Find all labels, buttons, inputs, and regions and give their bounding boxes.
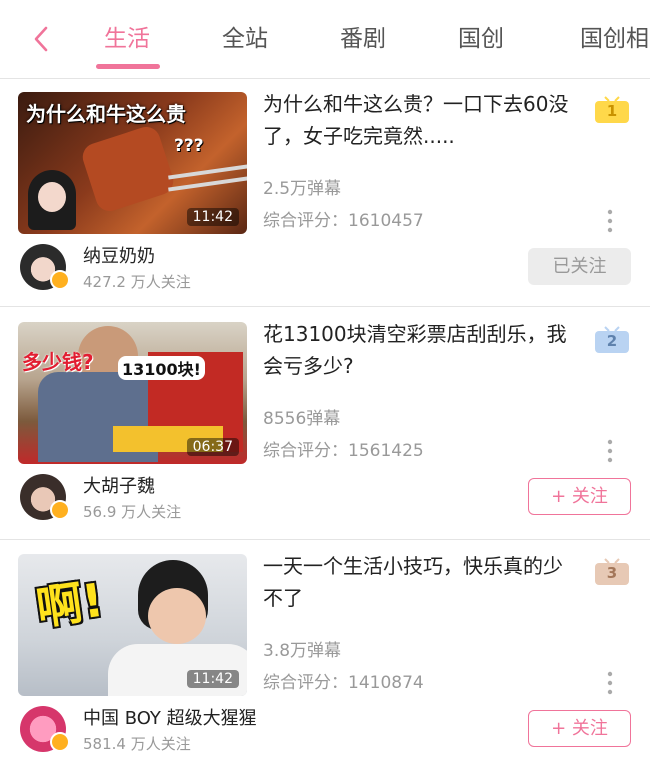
- thumbnail-caption: 为什么和牛这么贵: [26, 102, 186, 126]
- uploader-name[interactable]: 中国 BOY 超级大猩猩: [83, 704, 257, 730]
- verified-badge: [50, 270, 70, 290]
- more-options-icon[interactable]: [603, 208, 617, 234]
- danmu-count: 2.5万弹幕: [263, 179, 342, 199]
- video-title[interactable]: 一天一个生活小技巧，快乐真的少不了: [263, 550, 573, 614]
- follow-button[interactable]: + 关注: [528, 710, 631, 747]
- rank-badge: 3: [594, 558, 630, 586]
- follower-count: 581.4 万人关注: [83, 735, 191, 753]
- video-duration: 11:42: [186, 670, 239, 688]
- video-thumbnail[interactable]: 为什么和牛这么贵 ??? 11:42: [18, 92, 247, 234]
- rank-number: 1: [606, 102, 618, 120]
- video-title[interactable]: 为什么和牛这么贵？一口下去60没了，女子吃完竟然.....: [263, 88, 573, 152]
- divider: [0, 306, 650, 307]
- tab-life[interactable]: 生活: [104, 22, 150, 56]
- video-duration: 11:42: [186, 208, 239, 226]
- tab-guochuang[interactable]: 国创: [458, 22, 504, 56]
- follow-button[interactable]: + 关注: [528, 478, 631, 515]
- thumbnail-caption-secondary: ???: [174, 136, 204, 156]
- tab-bar: 生活 全站 番剧 国创 国创相: [0, 0, 650, 78]
- rank-number: 2: [606, 332, 618, 350]
- video-card[interactable]: 啊! 11:42 一天一个生活小技巧，快乐真的少不了 3 3.8万弹幕 综合评分…: [0, 540, 650, 772]
- follower-count: 56.9 万人关注: [83, 503, 182, 521]
- rank-number: 3: [606, 564, 618, 582]
- rank-badge: 1: [594, 96, 630, 124]
- video-duration: 06:37: [186, 438, 239, 456]
- uploader-name[interactable]: 大胡子魏: [83, 472, 155, 498]
- video-thumbnail[interactable]: 啊! 11:42: [18, 554, 247, 696]
- video-thumbnail[interactable]: 多少钱? 13100块! 06:37: [18, 322, 247, 464]
- thumbnail-caption: 多少钱?: [22, 350, 94, 374]
- uploader-name[interactable]: 纳豆奶奶: [83, 242, 155, 268]
- verified-badge: [50, 732, 70, 752]
- composite-score: 综合评分：1410874: [263, 673, 424, 693]
- danmu-count: 3.8万弹幕: [263, 641, 342, 661]
- rank-badge: 2: [594, 326, 630, 354]
- thumbnail-caption-secondary: 13100块!: [118, 356, 205, 380]
- thumbnail-caption: 啊!: [32, 572, 107, 636]
- tab-all-site[interactable]: 全站: [222, 22, 268, 56]
- more-options-icon[interactable]: [603, 670, 617, 696]
- tab-bangumi[interactable]: 番剧: [340, 22, 386, 56]
- danmu-count: 8556弹幕: [263, 409, 341, 429]
- steak-shape: [79, 123, 177, 215]
- composite-score: 综合评分：1610457: [263, 211, 424, 231]
- more-options-icon[interactable]: [603, 438, 617, 464]
- follower-count: 427.2 万人关注: [83, 273, 191, 291]
- person-face: [148, 588, 206, 644]
- fork-shape: [168, 176, 247, 192]
- video-card[interactable]: 为什么和牛这么贵 ??? 11:42 为什么和牛这么贵？一口下去60没了，女子吃…: [0, 78, 650, 310]
- video-card[interactable]: 多少钱? 13100块! 06:37 花13100块清空彩票店刮刮乐，我会亏多少…: [0, 308, 650, 540]
- verified-badge: [50, 500, 70, 520]
- active-tab-indicator: [96, 64, 160, 69]
- tab-guochuang-related[interactable]: 国创相: [580, 22, 649, 56]
- video-title[interactable]: 花13100块清空彩票店刮刮乐，我会亏多少?: [263, 318, 573, 382]
- composite-score: 综合评分：1561425: [263, 441, 424, 461]
- back-arrow-icon[interactable]: [28, 22, 56, 56]
- host-face: [38, 182, 66, 212]
- followed-button[interactable]: 已关注: [528, 248, 631, 285]
